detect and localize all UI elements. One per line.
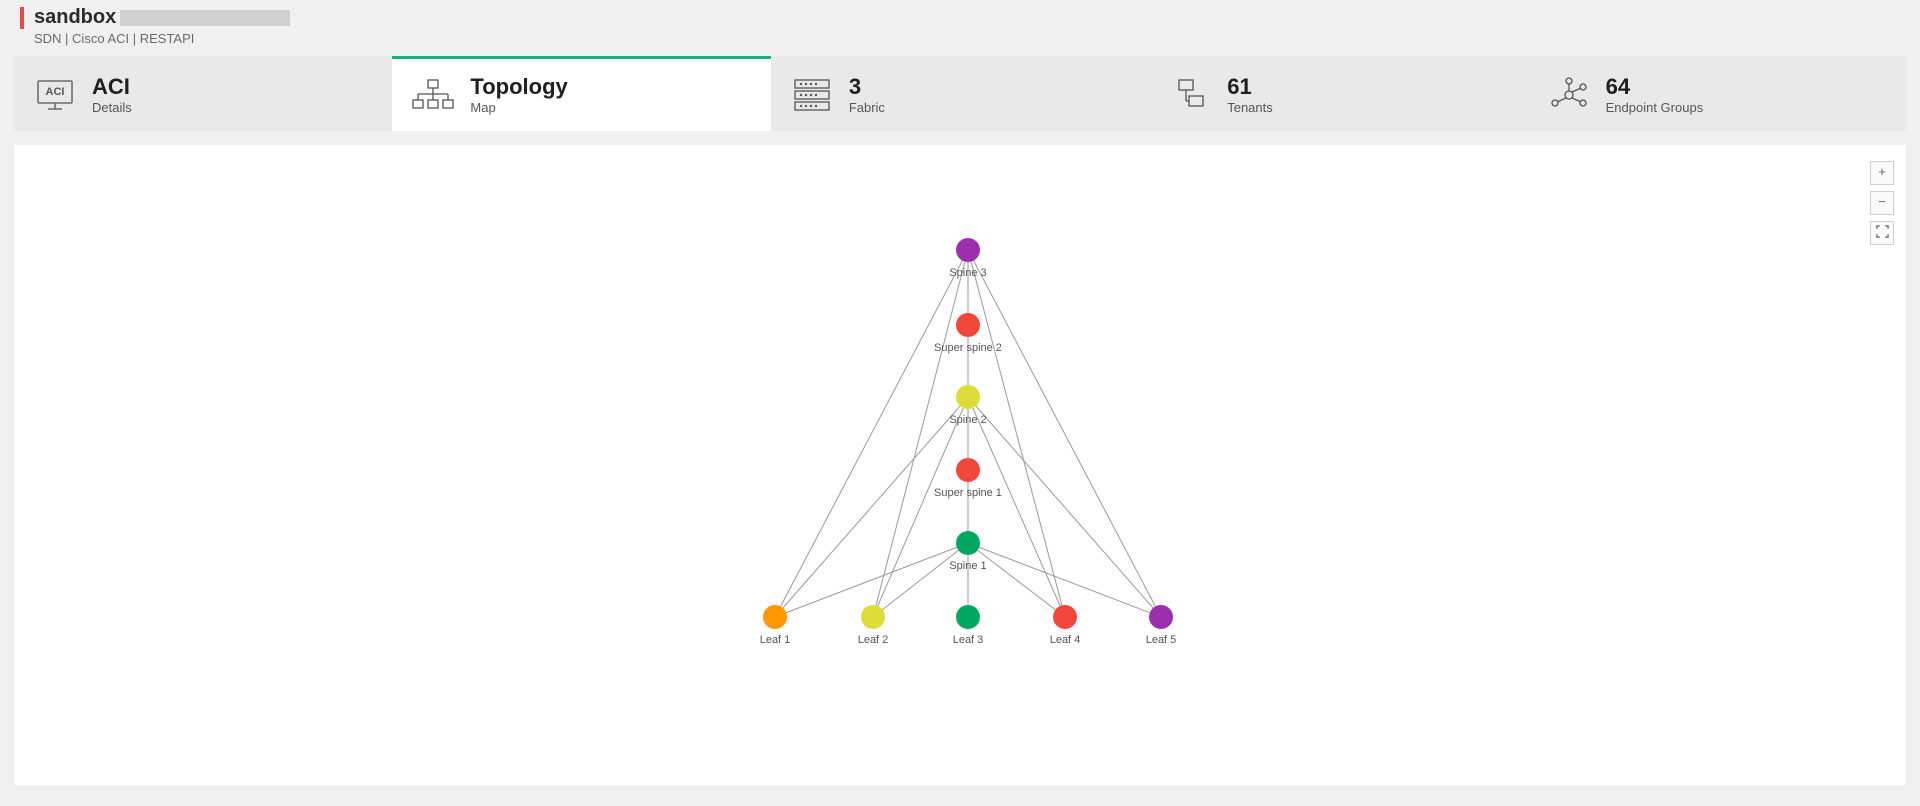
topology-edge [775, 250, 968, 617]
tab-subtitle: Map [470, 100, 567, 115]
endpoint-groups-icon [1546, 76, 1592, 114]
topology-node-superspine1[interactable]: Super spine 1 [934, 458, 1002, 499]
monitor-icon: ACI [32, 76, 78, 114]
topology-node-superspine2[interactable]: Super spine 2 [934, 313, 1002, 354]
tab-text: 61 Tenants [1227, 75, 1273, 115]
topology-node-label: Leaf 4 [1050, 634, 1081, 646]
title-row: sandbox [20, 6, 1900, 29]
topology-node-label: Spine 2 [949, 414, 986, 426]
tab-topology-map[interactable]: Topology Map [392, 56, 770, 131]
tab-title: 64 [1606, 75, 1704, 98]
tab-text: 3 Fabric [849, 75, 885, 115]
topology-edge [873, 397, 968, 617]
zoom-controls: + − [1870, 161, 1894, 245]
tab-text: 64 Endpoint Groups [1606, 75, 1704, 115]
tab-title: ACI [92, 75, 132, 98]
topology-edge [775, 397, 968, 617]
topology-node-label: Super spine 2 [934, 342, 1002, 354]
tenants-icon [1167, 76, 1213, 114]
topology-node-leaf5[interactable]: Leaf 5 [1146, 605, 1177, 646]
fullscreen-button[interactable] [1870, 221, 1894, 245]
fullscreen-icon [1876, 225, 1889, 238]
svg-text:ACI: ACI [46, 86, 65, 98]
topology-node-label: Leaf 3 [953, 634, 984, 646]
tab-subtitle: Fabric [849, 100, 885, 115]
tab-title: Topology [470, 75, 567, 98]
topology-edge [968, 543, 1065, 617]
topology-node-spine2[interactable]: Spine 2 [949, 385, 986, 426]
page-title: sandbox [34, 6, 290, 29]
topology-edge [873, 543, 968, 617]
topology-node-leaf1[interactable]: Leaf 1 [760, 605, 791, 646]
tab-strip: ACI ACI Details Topology Map [14, 56, 1906, 131]
topology-node-leaf3[interactable]: Leaf 3 [953, 605, 984, 646]
tab-title: 61 [1227, 75, 1273, 98]
topology-node-label: Leaf 1 [760, 634, 791, 646]
topology-canvas[interactable]: Spine 3 Super spine 2 Spine 2 Super spine 1… [14, 145, 1906, 785]
topology-svg[interactable]: Spine 3 Super spine 2 Spine 2 Super spine 1… [14, 145, 1906, 785]
topology-node-label: Super spine 1 [934, 487, 1002, 499]
page-title-text: sandbox [34, 6, 116, 28]
topology-icon [410, 76, 456, 114]
tab-text: Topology Map [470, 75, 567, 115]
tab-title: 3 [849, 75, 885, 98]
page-subtitle: SDN | Cisco ACI | RESTAPI [34, 31, 1900, 46]
accent-bar [20, 7, 24, 29]
tab-fabric[interactable]: 3 Fabric [771, 56, 1149, 131]
tab-aci-details[interactable]: ACI ACI Details [14, 56, 392, 131]
tab-text: ACI Details [92, 75, 132, 115]
zoom-out-button[interactable]: − [1870, 191, 1894, 215]
topology-node-leaf4[interactable]: Leaf 4 [1050, 605, 1081, 646]
topology-node-label: Spine 1 [949, 560, 986, 572]
topology-node-label: Spine 3 [949, 267, 986, 279]
topology-node-spine3[interactable]: Spine 3 [949, 238, 986, 279]
tab-subtitle: Tenants [1227, 100, 1273, 115]
tab-subtitle: Details [92, 100, 132, 115]
topology-edge [968, 397, 1161, 617]
topology-node-leaf2[interactable]: Leaf 2 [858, 605, 889, 646]
page-header: sandbox SDN | Cisco ACI | RESTAPI [0, 0, 1920, 56]
zoom-in-button[interactable]: + [1870, 161, 1894, 185]
title-redacted-block [120, 10, 290, 26]
tab-subtitle: Endpoint Groups [1606, 100, 1704, 115]
topology-edge [968, 397, 1065, 617]
topology-edge [968, 250, 1161, 617]
topology-node-label: Leaf 5 [1146, 634, 1177, 646]
topology-node-label: Leaf 2 [858, 634, 889, 646]
topology-node-spine1[interactable]: Spine 1 [949, 531, 986, 572]
fabric-icon [789, 76, 835, 114]
tab-endpoint-groups[interactable]: 64 Endpoint Groups [1528, 56, 1906, 131]
tab-tenants[interactable]: 61 Tenants [1149, 56, 1527, 131]
